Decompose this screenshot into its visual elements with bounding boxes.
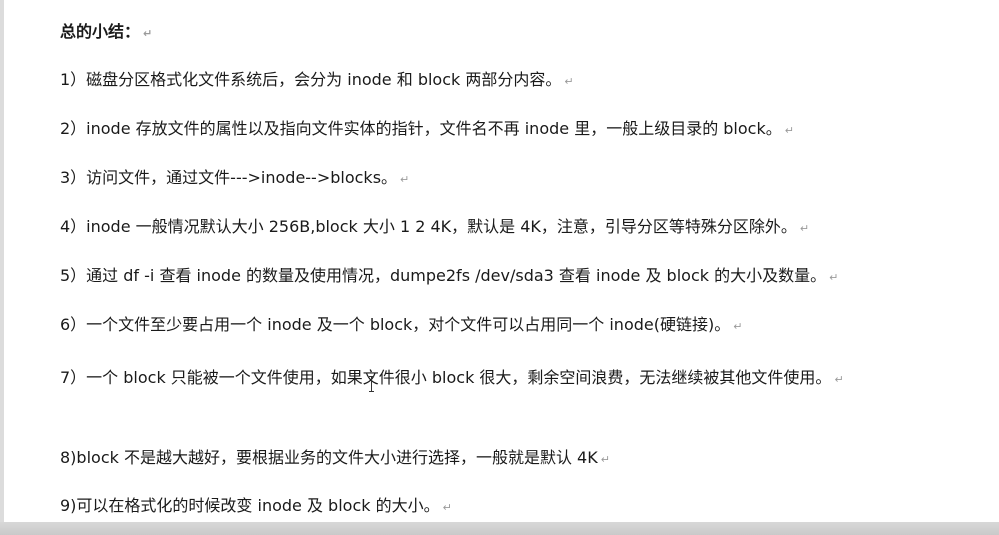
summary-item-6-text: 6）一个文件至少要占用一个 inode 及一个 block，对个文件可以占用同一… <box>60 315 731 334</box>
paragraph-mark-icon: ↵ <box>829 271 839 284</box>
summary-item-7-text: 7）一个 block 只能被一个文件使用，如果文件很小 block 很大，剩余空… <box>60 368 832 387</box>
paragraph-mark-icon: ↵ <box>799 222 810 235</box>
paragraph-mark-icon: ↵ <box>733 320 743 333</box>
page-left-edge <box>0 0 4 522</box>
paragraph-mark-icon: ↵ <box>143 27 153 40</box>
summary-item-2-text: 2）inode 存放文件的属性以及指向文件实体的指针，文件名不再 inode 里… <box>60 119 782 138</box>
summary-title-text: 总的小结： <box>60 22 141 41</box>
summary-item-3: 3）访问文件，通过文件--->inode-->blocks。 ↵ <box>60 164 975 194</box>
summary-title: 总的小结： ↵ <box>60 18 975 48</box>
paragraph-mark-icon: ↵ <box>400 173 410 186</box>
summary-item-4: 4）inode 一般情况默认大小 256B,block 大小 1 2 4K，默认… <box>60 213 975 243</box>
summary-item-5: 5）通过 df -i 查看 inode 的数量及使用情况，dumpe2fs /d… <box>60 262 975 292</box>
paragraph-mark-icon: ↵ <box>564 75 574 88</box>
summary-item-9-text: 9)可以在格式化的时候改变 inode 及 block 的大小。 <box>60 496 440 515</box>
paragraph-mark-icon: ↵ <box>834 373 844 386</box>
summary-item-1: 1）磁盘分区格式化文件系统后，会分为 inode 和 block 两部分内容。 ↵ <box>60 66 975 96</box>
summary-item-6: 6）一个文件至少要占用一个 inode 及一个 block，对个文件可以占用同一… <box>60 311 975 341</box>
paragraph-mark-icon: ↵ <box>442 501 452 514</box>
summary-item-9: 9)可以在格式化的时候改变 inode 及 block 的大小。 ↵ <box>60 492 975 522</box>
summary-item-8-text: 8)block 不是越大越好，要根据业务的文件大小进行选择，一般就是默认 4K <box>60 448 598 467</box>
summary-item-5-text: 5）通过 df -i 查看 inode 的数量及使用情况，dumpe2fs /d… <box>60 266 827 285</box>
summary-item-1-text: 1）磁盘分区格式化文件系统后，会分为 inode 和 block 两部分内容。 <box>60 70 562 89</box>
document-page: 总的小结： ↵ 1）磁盘分区格式化文件系统后，会分为 inode 和 block … <box>0 0 999 522</box>
summary-item-7: 7）一个 block 只能被一个文件使用，如果文件很小 block 很大，剩余空… <box>60 361 969 396</box>
window-bottom-strip <box>0 522 999 535</box>
summary-item-3-text: 3）访问文件，通过文件--->inode-->blocks。 <box>60 168 398 187</box>
text-cursor-icon <box>369 376 375 392</box>
paragraph-mark-icon: ↵ <box>600 453 610 466</box>
paragraph-mark-icon: ↵ <box>784 124 794 137</box>
summary-item-8: 8)block 不是越大越好，要根据业务的文件大小进行选择，一般就是默认 4K ↵ <box>60 444 975 474</box>
summary-item-4-text: 4）inode 一般情况默认大小 256B,block 大小 1 2 4K，默认… <box>60 217 797 236</box>
summary-item-2: 2）inode 存放文件的属性以及指向文件实体的指针，文件名不再 inode 里… <box>60 115 975 145</box>
